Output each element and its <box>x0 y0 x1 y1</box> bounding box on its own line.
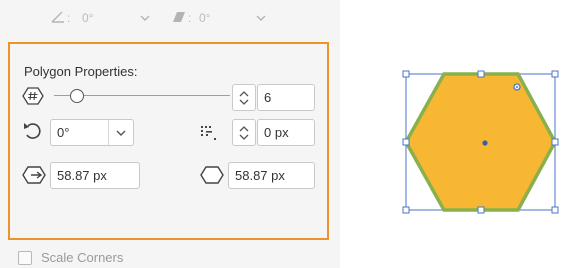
angle-label: : <box>67 11 71 25</box>
selection-handle[interactable] <box>551 70 559 78</box>
center-point <box>482 140 488 146</box>
selection-handle[interactable] <box>551 138 559 146</box>
corner-radius-input[interactable]: 0 px <box>257 119 315 146</box>
hexagon-outline-icon <box>200 166 224 184</box>
chevron-down-icon <box>256 15 266 21</box>
rotation-value: 0° <box>57 125 70 140</box>
hash-polygon-icon <box>22 87 44 105</box>
polygon-properties-title: Polygon Properties: <box>24 64 138 79</box>
selection-handle[interactable] <box>402 138 410 146</box>
stepper-arrows-icon <box>239 125 249 140</box>
slider-handle[interactable] <box>70 89 84 103</box>
chevron-down-icon <box>140 15 150 21</box>
angle-icon <box>51 11 64 23</box>
rotation-dropdown[interactable] <box>108 120 133 145</box>
angle-value[interactable]: 0° <box>82 11 93 25</box>
height-value: 58.87 px <box>235 168 285 183</box>
selection-handle[interactable] <box>402 70 410 78</box>
selection-handle[interactable] <box>551 206 559 214</box>
width-value: 58.87 px <box>57 168 107 183</box>
stepper-arrows-icon <box>239 90 249 105</box>
canvas-svg <box>402 70 559 214</box>
scale-corners-option[interactable]: Scale Corners <box>18 250 123 265</box>
selection-handle[interactable] <box>477 70 485 78</box>
chevron-down-icon <box>116 130 126 136</box>
width-input[interactable]: 58.87 px <box>50 162 140 189</box>
corner-radius-value: 0 px <box>264 125 289 140</box>
shear-dropdown[interactable] <box>250 6 272 30</box>
height-input[interactable]: 58.87 px <box>228 162 315 189</box>
sides-slider[interactable] <box>54 89 230 103</box>
sides-stepper[interactable] <box>232 84 256 111</box>
angle-dropdown[interactable] <box>134 6 156 30</box>
corner-widget-dot <box>516 86 518 88</box>
shear-value[interactable]: 0° <box>199 11 210 25</box>
scale-corners-label: Scale Corners <box>41 250 124 265</box>
selection-handle[interactable] <box>402 206 410 214</box>
sides-value: 6 <box>264 90 272 105</box>
shear-icon <box>173 12 185 22</box>
polygon-properties-group: Polygon Properties: 6 0° 0 px 58.87 px 5… <box>8 42 329 240</box>
properties-panel: : 0° : 0° Polygon Properties: 6 0° 0 px … <box>0 0 340 268</box>
sides-input[interactable]: 6 <box>257 84 315 111</box>
rotate-ccw-icon <box>24 123 41 139</box>
selection-handle[interactable] <box>477 206 485 214</box>
scale-corners-checkbox[interactable] <box>18 250 32 265</box>
canvas-area <box>400 66 560 216</box>
hexagon-width-icon <box>22 166 46 184</box>
hexagon-shape[interactable] <box>403 72 557 212</box>
shear-label: : <box>188 11 192 25</box>
corner-radius-icon <box>201 126 216 140</box>
rotation-select[interactable]: 0° <box>50 119 134 146</box>
transform-row: : 0° : 0° <box>0 0 340 36</box>
corner-radius-stepper[interactable] <box>232 119 256 146</box>
